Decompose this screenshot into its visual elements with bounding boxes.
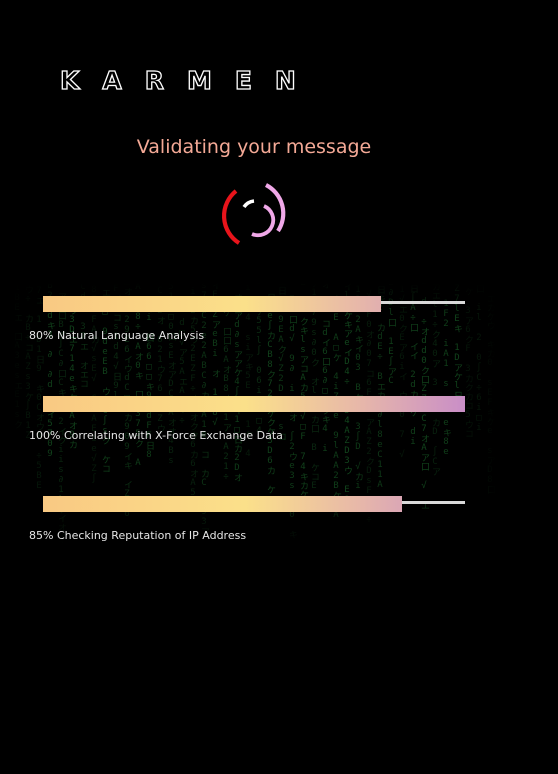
matrix-column: DZ オ クキlsアコAカ5B√□F 74キカケ	[298, 283, 308, 499]
spinner-svg	[221, 183, 286, 245]
matrix-column: Eウ3Dエ714eキケアAオ9カ	[67, 296, 77, 449]
progress-label: 85% Checking Reputation of IP Address	[29, 529, 247, 542]
matrix-column: 日∫A÷口 イイ 2dカアケ di	[408, 284, 418, 447]
progress-bar	[43, 496, 402, 512]
progress-bar	[43, 296, 381, 312]
matrix-column: ケ 3ア6クF 3カクカコ5ウコ	[463, 287, 473, 438]
matrix-column: エカケウ キカ0 sEFキケe sアD8口	[485, 294, 495, 494]
matrix-column: カエl1÷ク40ア 3 □ カD ∫Cア	[430, 283, 440, 476]
matrix-column: ア1÷79s∂0ク オlエAカ口 B ケコE	[309, 283, 319, 491]
loading-spinner-icon	[214, 179, 294, 251]
spinner-inner-pink-arc	[251, 204, 276, 238]
matrix-column: ウ÷ カB÷コAZs3ケ∫B1Z	[23, 285, 33, 441]
matrix-column: エ □ 9deEB ウ8C∫sク ケコ	[100, 288, 110, 473]
validating-title: Validating your message	[136, 136, 372, 158]
progress-label: 100% Correlating with X-Force Exchange D…	[29, 429, 283, 442]
spinner-inner-white-arc	[242, 199, 255, 209]
progress-bar	[43, 396, 465, 412]
karmen-logo: KARMEN	[59, 65, 319, 95]
progress-label: 80% Natural Language Analysis	[29, 329, 205, 342]
matrix-column: eケ 口口6AオB8オF1ア A21÷	[221, 298, 231, 482]
matrix-column: 77エ 1 D1日9 キ0CオウA ÷5BE	[34, 283, 44, 491]
matrix-column: 1BEエ 口A3esエE1sク	[12, 283, 22, 429]
matrix-column: コ 1√エ0クEア6iイ ウs0 7 √	[397, 283, 407, 460]
matrix-column: 1282Aキイ03 BケD 3∫D √カi	[353, 285, 363, 491]
matrix-column: 9 オキアd∂sアアケ4∫アイ1□日カ2Dオ	[232, 283, 242, 482]
spinner-outer-red-arc	[221, 189, 241, 245]
matrix-column: B8Z√FAカ√sE√ C AEie√Z∫	[89, 283, 99, 484]
matrix-column: イl ケキアeイD4÷ オ54AZD3ウ E1	[342, 283, 352, 505]
matrix-column: 口 il 2 0∫C÷6i□i	[474, 284, 484, 433]
matrix-column: 1F2 iA1 s カ eキ8e	[441, 299, 451, 457]
